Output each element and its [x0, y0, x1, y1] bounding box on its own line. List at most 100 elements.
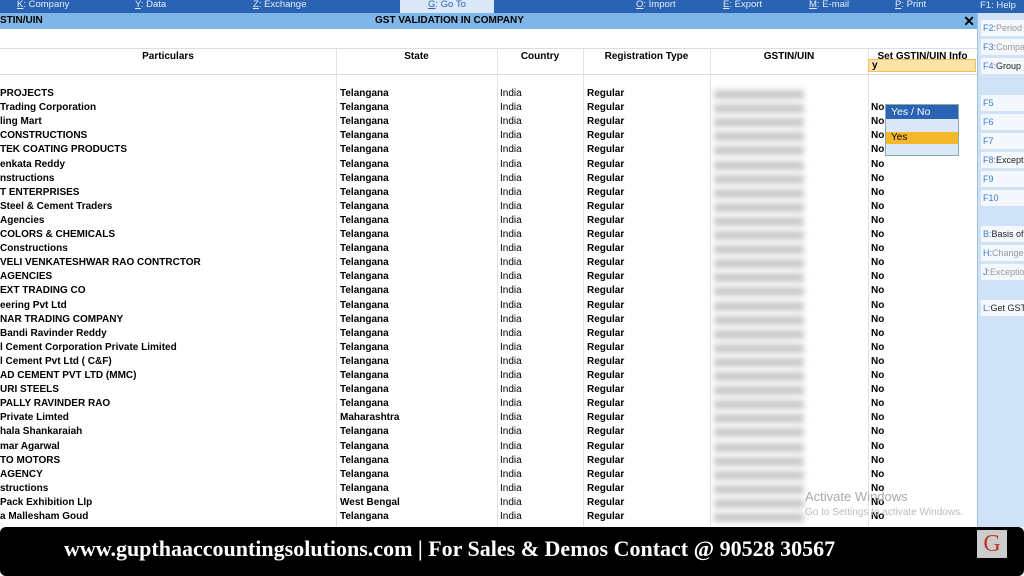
table-row[interactable]: Agencies Telangana India Regular No [0, 214, 977, 228]
country-cell: India [500, 313, 522, 325]
set-gstin-input[interactable]: y [868, 59, 976, 72]
table-row[interactable]: eering Pvt Ltd Telangana India Regular No [0, 299, 977, 313]
table-row[interactable]: Trading Corporation Telangana India Regular… [0, 101, 977, 115]
registration-type-cell: Regular [587, 116, 625, 128]
table-row[interactable]: TEK COATING PRODUCTS Telangana India Regula… [0, 143, 977, 157]
state-cell: Telangana [340, 468, 389, 480]
menu-go-to[interactable]: G: Go To [400, 0, 494, 13]
set-gstin-cell[interactable]: No [871, 101, 884, 115]
table-row[interactable]: AD CEMENT PVT LTD (MMC) Telangana India Reg… [0, 369, 977, 383]
menu-export[interactable]: E: Export [723, 0, 762, 13]
set-gstin-cell[interactable]: No [871, 115, 884, 129]
table-row[interactable]: AGENCY Telangana India Regular No [0, 468, 977, 482]
panel-button-l[interactable]: L:Get GSTIN [981, 300, 1024, 316]
table-row[interactable]: Bandi Ravinder Reddy Telangana India Regula… [0, 327, 977, 341]
close-icon[interactable]: ✕ [963, 13, 975, 29]
table-row[interactable]: CONSTRUCTIONS Telangana India Regular No [0, 129, 977, 143]
set-gstin-cell[interactable]: No [871, 440, 884, 454]
menu-data[interactable]: Y: Data [135, 0, 166, 13]
set-gstin-cell[interactable]: No [871, 369, 884, 383]
table-row[interactable]: l Cement Pvt Ltd ( C&F) Telangana India Reg… [0, 355, 977, 369]
table-row[interactable]: enkata Reddy Telangana India Regular No [0, 158, 977, 172]
set-gstin-cell[interactable]: No [871, 186, 884, 200]
table-row[interactable]: PALLY RAVINDER RAO Telangana India Regular N… [0, 397, 977, 411]
set-gstin-cell[interactable]: No [871, 341, 884, 355]
table-row[interactable]: Constructions Telangana India Regular No [0, 242, 977, 256]
particulars-cell: Private Limted [0, 412, 69, 424]
yes-no-dropdown[interactable]: Yes / No Yes [885, 104, 959, 156]
set-gstin-cell[interactable]: No [871, 468, 884, 482]
set-gstin-cell[interactable]: No [871, 200, 884, 214]
table-row[interactable]: PROJECTS Telangana India Regular [0, 87, 977, 101]
column-header: Country [497, 48, 583, 75]
table-row[interactable]: URI STEELS Telangana India Regular No [0, 383, 977, 397]
menu-e-mail[interactable]: M: E-mail [809, 0, 849, 13]
set-gstin-cell[interactable]: No [871, 299, 884, 313]
menu-exchange[interactable]: Z: Exchange [253, 0, 306, 13]
table-row[interactable]: VELI VENKATESHWAR RAO CONTRCTOR Telangana… [0, 256, 977, 270]
table-row[interactable]: T ENTERPRISES Telangana India Regular No [0, 186, 977, 200]
set-gstin-cell[interactable]: No [871, 143, 884, 157]
dropdown-option-yes[interactable]: Yes [886, 132, 958, 144]
table-row[interactable]: mar Agarwal Telangana India Regular No [0, 440, 977, 454]
gstin-blurred [714, 231, 804, 240]
set-gstin-cell[interactable]: No [871, 425, 884, 439]
menu-company[interactable]: K: Company [17, 0, 69, 13]
table-row[interactable]: ling Mart Telangana India Regular No [0, 115, 977, 129]
set-gstin-cell[interactable]: No [871, 284, 884, 298]
table-row[interactable]: COLORS & CHEMICALS Telangana India Regular N… [0, 228, 977, 242]
particulars-cell: Constructions [0, 243, 68, 255]
set-gstin-cell[interactable]: No [871, 397, 884, 411]
panel-button-f4[interactable]: F4:Group [981, 58, 1024, 74]
set-gstin-cell[interactable]: No [871, 228, 884, 242]
registration-type-cell: Regular [587, 257, 625, 269]
panel-button-b[interactable]: B:Basis of [981, 226, 1024, 242]
country-cell: India [500, 144, 522, 156]
table-row[interactable]: NAR TRADING COMPANY Telangana India Regular… [0, 313, 977, 327]
set-gstin-cell[interactable]: No [871, 129, 884, 143]
registration-type-cell: Regular [587, 384, 625, 396]
menu-import[interactable]: O: Import [636, 0, 676, 13]
panel-button-f6[interactable]: F6 [981, 114, 1024, 130]
table-row[interactable]: AGENCIES Telangana India Regular No [0, 270, 977, 284]
set-gstin-cell[interactable]: No [871, 270, 884, 284]
set-gstin-cell[interactable]: No [871, 313, 884, 327]
particulars-cell: hala Shankaraiah [0, 426, 83, 438]
set-gstin-cell[interactable]: No [871, 242, 884, 256]
table-row[interactable]: EXT TRADING CO Telangana India Regular No [0, 284, 977, 298]
registration-type-cell: Regular [587, 172, 625, 184]
particulars-cell: PALLY RAVINDER RAO [0, 398, 111, 410]
set-gstin-cell[interactable]: No [871, 172, 884, 186]
panel-button-f10[interactable]: F10 [981, 190, 1024, 206]
registration-type-cell: Regular [587, 482, 625, 494]
set-gstin-cell[interactable]: No [871, 158, 884, 172]
panel-button-j[interactable]: J:Exception [981, 264, 1024, 280]
top-menu-bar: K: Company Y: Data Z: Exchange G: Go To O: I… [0, 0, 1024, 13]
set-gstin-cell[interactable]: No [871, 411, 884, 425]
set-gstin-cell[interactable]: No [871, 355, 884, 369]
menu-print[interactable]: P: Print [895, 0, 926, 13]
panel-button-f2[interactable]: F2:Period [981, 20, 1024, 36]
particulars-cell: l Cement Pvt Ltd ( C&F) [0, 355, 112, 367]
set-gstin-cell[interactable]: No [871, 327, 884, 341]
set-gstin-cell[interactable]: No [871, 214, 884, 228]
table-row[interactable]: Steel & Cement Traders Telangana India Regu… [0, 200, 977, 214]
set-gstin-cell[interactable]: No [871, 383, 884, 397]
table-row[interactable]: TO MOTORS Telangana India Regular No [0, 454, 977, 468]
table-row[interactable]: Private Limted Maharashtra India Regular No [0, 411, 977, 425]
help-menu[interactable]: F1: Help [980, 0, 1016, 11]
state-cell: Telangana [340, 426, 389, 438]
set-gstin-cell[interactable]: No [871, 454, 884, 468]
country-cell: India [500, 468, 522, 480]
panel-button-f5[interactable]: F5 [981, 95, 1024, 111]
table-row[interactable]: hala Shankaraiah Telangana India Regular No [0, 425, 977, 439]
panel-button-f8[interactable]: F8:Exceptions [981, 152, 1024, 168]
panel-button-f7[interactable]: F7 [981, 133, 1024, 149]
particulars-cell: T ENTERPRISES [0, 186, 80, 198]
panel-button-h[interactable]: H:Change [981, 245, 1024, 261]
table-row[interactable]: nstructions Telangana India Regular No [0, 172, 977, 186]
set-gstin-cell[interactable]: No [871, 256, 884, 270]
table-row[interactable]: l Cement Corporation Private Limited Tela… [0, 341, 977, 355]
panel-button-f3[interactable]: F3:Company [981, 39, 1024, 55]
panel-button-f9[interactable]: F9 [981, 171, 1024, 187]
